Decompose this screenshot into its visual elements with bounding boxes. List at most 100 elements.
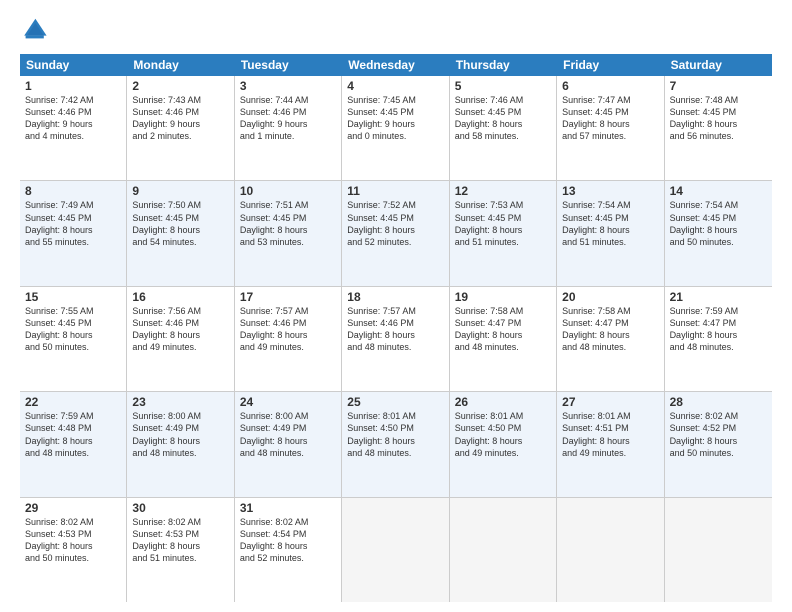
header-day-tuesday: Tuesday [235,54,342,76]
day-number: 24 [240,395,336,409]
header-day-saturday: Saturday [665,54,772,76]
day-number: 11 [347,184,443,198]
day-number: 1 [25,79,121,93]
day-cell-29: 29Sunrise: 8:02 AM Sunset: 4:53 PM Dayli… [20,498,127,602]
day-cell-28: 28Sunrise: 8:02 AM Sunset: 4:52 PM Dayli… [665,392,772,496]
day-info: Sunrise: 7:59 AM Sunset: 4:47 PM Dayligh… [670,305,767,354]
day-number: 19 [455,290,551,304]
day-info: Sunrise: 7:55 AM Sunset: 4:45 PM Dayligh… [25,305,121,354]
day-info: Sunrise: 7:54 AM Sunset: 4:45 PM Dayligh… [562,199,658,248]
day-number: 8 [25,184,121,198]
day-info: Sunrise: 7:50 AM Sunset: 4:45 PM Dayligh… [132,199,228,248]
day-info: Sunrise: 8:00 AM Sunset: 4:49 PM Dayligh… [132,410,228,459]
page-header [20,16,772,44]
day-info: Sunrise: 7:56 AM Sunset: 4:46 PM Dayligh… [132,305,228,354]
day-info: Sunrise: 8:01 AM Sunset: 4:50 PM Dayligh… [347,410,443,459]
day-info: Sunrise: 8:00 AM Sunset: 4:49 PM Dayligh… [240,410,336,459]
day-info: Sunrise: 7:47 AM Sunset: 4:45 PM Dayligh… [562,94,658,143]
day-info: Sunrise: 7:57 AM Sunset: 4:46 PM Dayligh… [240,305,336,354]
day-cell-13: 13Sunrise: 7:54 AM Sunset: 4:45 PM Dayli… [557,181,664,285]
day-info: Sunrise: 8:01 AM Sunset: 4:50 PM Dayligh… [455,410,551,459]
day-cell-15: 15Sunrise: 7:55 AM Sunset: 4:45 PM Dayli… [20,287,127,391]
day-number: 27 [562,395,658,409]
header-day-thursday: Thursday [450,54,557,76]
day-info: Sunrise: 7:43 AM Sunset: 4:46 PM Dayligh… [132,94,228,143]
day-info: Sunrise: 7:46 AM Sunset: 4:45 PM Dayligh… [455,94,551,143]
day-number: 3 [240,79,336,93]
day-cell-18: 18Sunrise: 7:57 AM Sunset: 4:46 PM Dayli… [342,287,449,391]
day-number: 9 [132,184,228,198]
day-cell-22: 22Sunrise: 7:59 AM Sunset: 4:48 PM Dayli… [20,392,127,496]
day-cell-17: 17Sunrise: 7:57 AM Sunset: 4:46 PM Dayli… [235,287,342,391]
day-cell-6: 6Sunrise: 7:47 AM Sunset: 4:45 PM Daylig… [557,76,664,180]
calendar-body: 1Sunrise: 7:42 AM Sunset: 4:46 PM Daylig… [20,76,772,602]
day-number: 22 [25,395,121,409]
empty-cell [342,498,449,602]
day-number: 14 [670,184,767,198]
calendar-header: SundayMondayTuesdayWednesdayThursdayFrid… [20,54,772,76]
header-day-sunday: Sunday [20,54,127,76]
day-info: Sunrise: 7:54 AM Sunset: 4:45 PM Dayligh… [670,199,767,248]
day-number: 6 [562,79,658,93]
day-info: Sunrise: 7:58 AM Sunset: 4:47 PM Dayligh… [562,305,658,354]
day-info: Sunrise: 7:58 AM Sunset: 4:47 PM Dayligh… [455,305,551,354]
day-info: Sunrise: 7:45 AM Sunset: 4:45 PM Dayligh… [347,94,443,143]
day-info: Sunrise: 7:44 AM Sunset: 4:46 PM Dayligh… [240,94,336,143]
day-number: 16 [132,290,228,304]
day-cell-27: 27Sunrise: 8:01 AM Sunset: 4:51 PM Dayli… [557,392,664,496]
day-number: 28 [670,395,767,409]
day-number: 18 [347,290,443,304]
day-info: Sunrise: 7:42 AM Sunset: 4:46 PM Dayligh… [25,94,121,143]
header-day-friday: Friday [557,54,664,76]
calendar-week-5: 29 Sunrise: 8:02 AM Sunset: 4:53 PM Dayli… [20,498,772,602]
day-cell-19: 19Sunrise: 7:58 AM Sunset: 4:47 PM Dayli… [450,287,557,391]
day-number: 12 [455,184,551,198]
day-number: 31 [240,501,336,515]
day-number: 26 [455,395,551,409]
day-info: Sunrise: 7:53 AM Sunset: 4:45 PM Dayligh… [455,199,551,248]
empty-cell [450,498,557,602]
day-cell-1: 1Sunrise: 7:42 AM Sunset: 4:46 PM Daylig… [20,76,127,180]
day-cell-30: 30Sunrise: 8:02 AM Sunset: 4:53 PM Dayli… [127,498,234,602]
day-number: 29 [25,501,121,515]
day-number: 5 [455,79,551,93]
empty-cell [557,498,664,602]
calendar-week-3: 15Sunrise: 7:55 AM Sunset: 4:45 PM Dayli… [20,287,772,392]
day-info: Sunrise: 7:59 AM Sunset: 4:48 PM Dayligh… [25,410,121,459]
day-cell-2: 2Sunrise: 7:43 AM Sunset: 4:46 PM Daylig… [127,76,234,180]
day-cell-3: 3Sunrise: 7:44 AM Sunset: 4:46 PM Daylig… [235,76,342,180]
calendar-week-4: 22Sunrise: 7:59 AM Sunset: 4:48 PM Dayli… [20,392,772,497]
day-cell-31: 31Sunrise: 8:02 AM Sunset: 4:54 PM Dayli… [235,498,342,602]
day-info: Sunrise: 8:01 AM Sunset: 4:51 PM Dayligh… [562,410,658,459]
calendar-week-1: 1Sunrise: 7:42 AM Sunset: 4:46 PM Daylig… [20,76,772,181]
day-number: 30 [132,501,228,515]
day-info: Sunrise: 8:02 AM Sunset: 4:53 PM Dayligh… [132,516,228,565]
day-info: Sunrise: 7:52 AM Sunset: 4:45 PM Dayligh… [347,199,443,248]
day-number: 20 [562,290,658,304]
day-cell-26: 26Sunrise: 8:01 AM Sunset: 4:50 PM Dayli… [450,392,557,496]
day-info: Sunrise: 8:02 AM Sunset: 4:54 PM Dayligh… [240,516,336,565]
day-cell-4: 4Sunrise: 7:45 AM Sunset: 4:45 PM Daylig… [342,76,449,180]
day-number: 13 [562,184,658,198]
day-info: Sunrise: 8:02 AM Sunset: 4:52 PM Dayligh… [670,410,767,459]
calendar: SundayMondayTuesdayWednesdayThursdayFrid… [20,54,772,602]
empty-cell [665,498,772,602]
day-cell-25: 25Sunrise: 8:01 AM Sunset: 4:50 PM Dayli… [342,392,449,496]
header-day-monday: Monday [127,54,234,76]
day-cell-20: 20Sunrise: 7:58 AM Sunset: 4:47 PM Dayli… [557,287,664,391]
logo-icon [20,16,48,44]
day-cell-11: 11Sunrise: 7:52 AM Sunset: 4:45 PM Dayli… [342,181,449,285]
day-number: 10 [240,184,336,198]
day-cell-10: 10Sunrise: 7:51 AM Sunset: 4:45 PM Dayli… [235,181,342,285]
day-number: 23 [132,395,228,409]
day-number: 4 [347,79,443,93]
day-cell-5: 5Sunrise: 7:46 AM Sunset: 4:45 PM Daylig… [450,76,557,180]
day-info: Sunrise: 7:48 AM Sunset: 4:45 PM Dayligh… [670,94,767,143]
day-number: 21 [670,290,767,304]
day-cell-16: 16Sunrise: 7:56 AM Sunset: 4:46 PM Dayli… [127,287,234,391]
day-info: Sunrise: 7:51 AM Sunset: 4:45 PM Dayligh… [240,199,336,248]
day-cell-14: 14Sunrise: 7:54 AM Sunset: 4:45 PM Dayli… [665,181,772,285]
day-cell-21: 21Sunrise: 7:59 AM Sunset: 4:47 PM Dayli… [665,287,772,391]
day-number: 7 [670,79,767,93]
day-info: Sunrise: 7:57 AM Sunset: 4:46 PM Dayligh… [347,305,443,354]
